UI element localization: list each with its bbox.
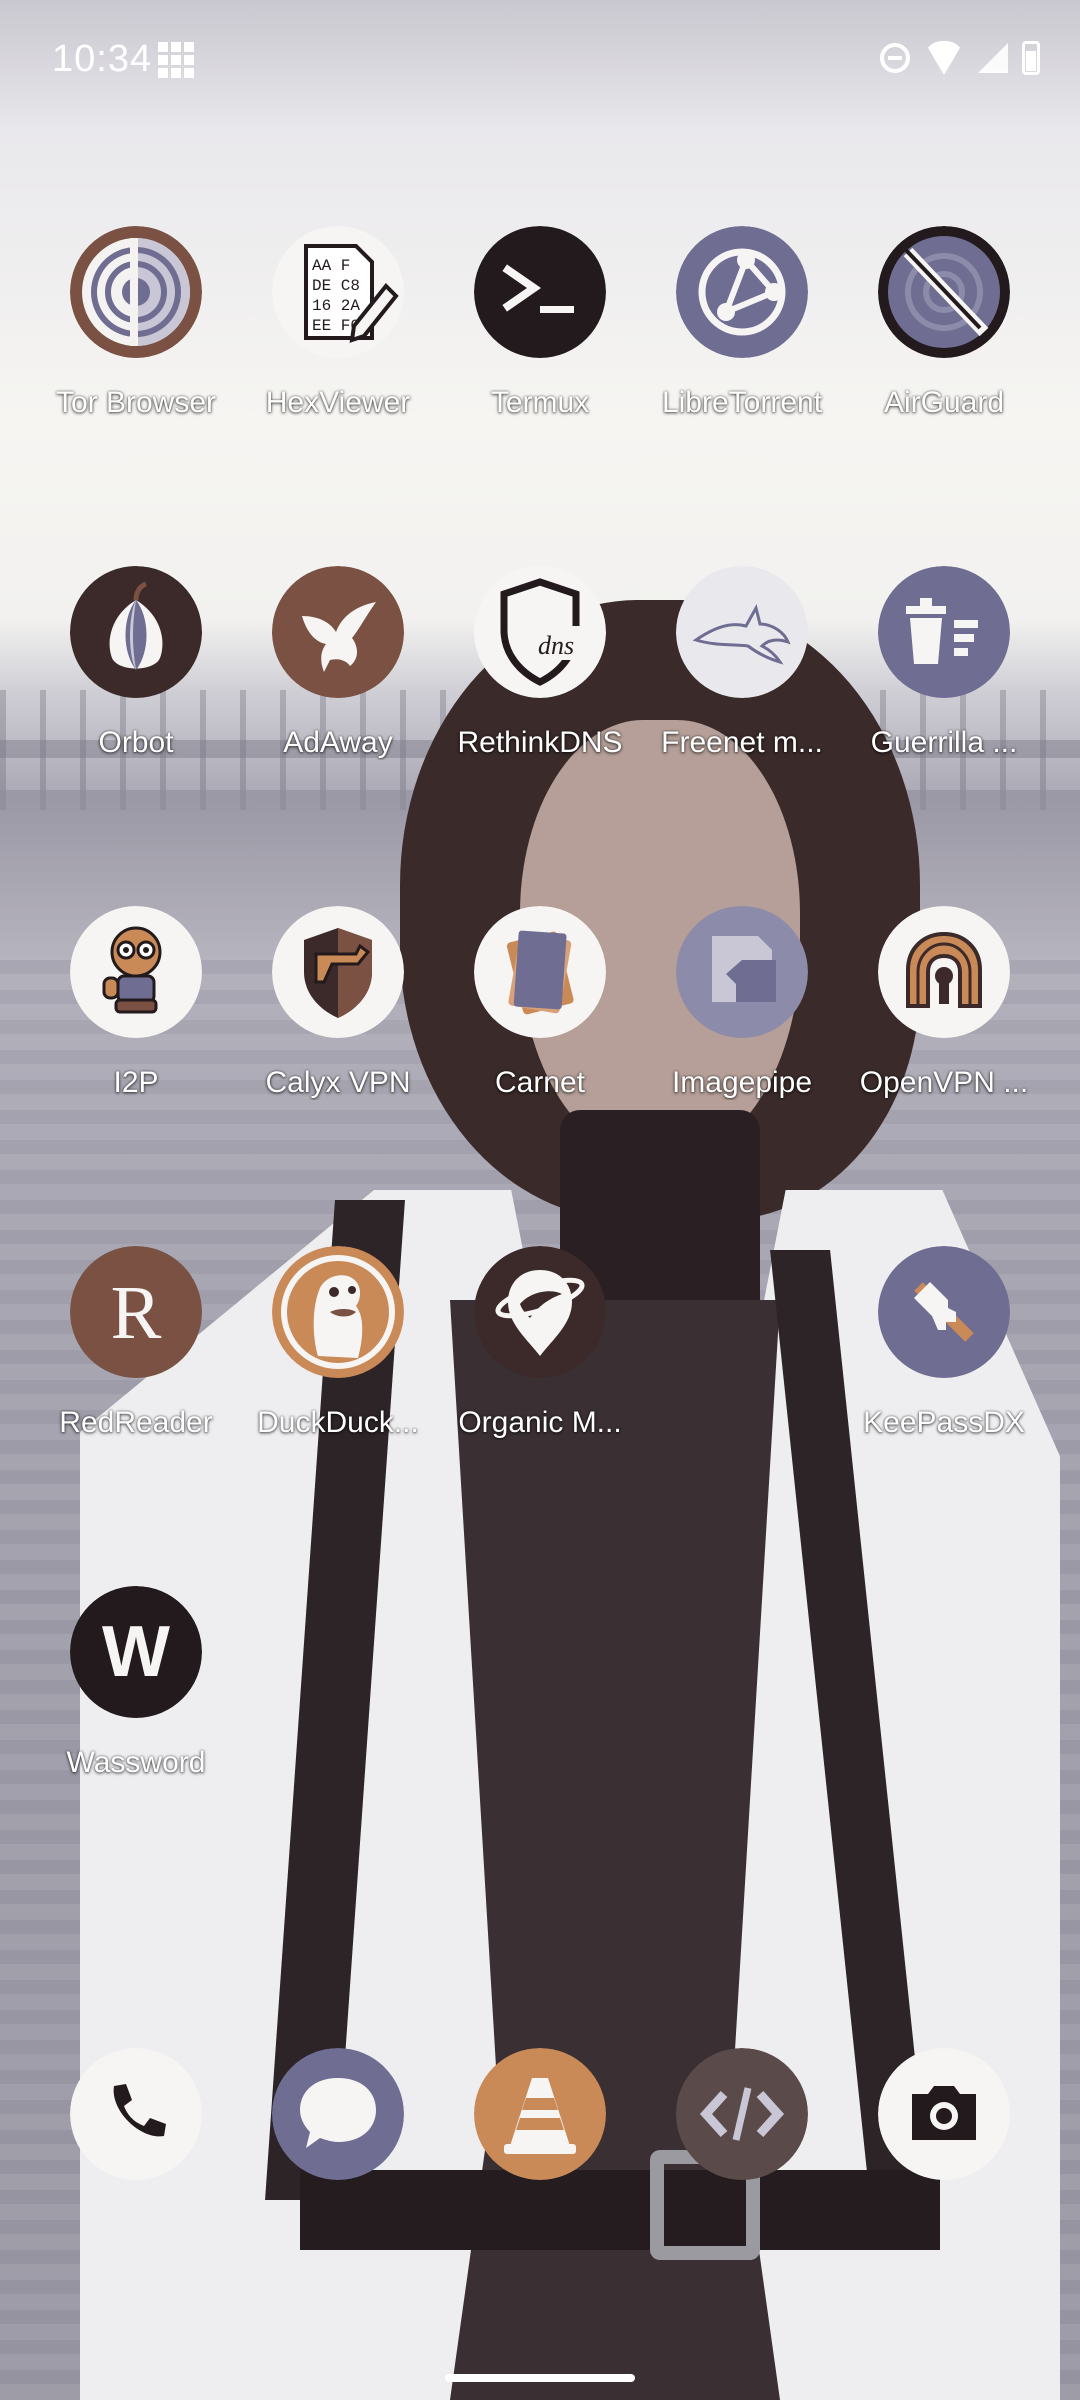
app-label: OpenVPN ... [859, 1066, 1029, 1099]
wassword-icon: W [70, 1586, 202, 1718]
tor-browser-icon [70, 226, 202, 358]
dock-code-editor-icon[interactable] [676, 2048, 808, 2180]
app-openvpn[interactable]: OpenVPN ... [844, 906, 1044, 1106]
cellular-signal-icon [978, 43, 1008, 73]
organic-maps-icon [474, 1246, 606, 1378]
rethinkdns-glyph: dns [538, 631, 574, 660]
app-label: KeePassDX [863, 1406, 1025, 1439]
duckduckgo-icon [272, 1246, 404, 1378]
status-bar[interactable]: 10:34 [0, 0, 1080, 120]
hex-line-1: AA F [312, 257, 350, 275]
do-not-disturb-icon [880, 43, 910, 73]
app-airguard[interactable]: AirGuard [844, 226, 1044, 426]
app-termux[interactable]: Termux [440, 226, 640, 426]
status-time: 10:34 [52, 38, 153, 80]
battery-icon [1022, 41, 1040, 75]
app-label: Carnet [494, 1066, 586, 1099]
status-icons [880, 38, 1040, 78]
libretorrent-icon [676, 226, 808, 358]
app-label: DuckDuck... [257, 1406, 419, 1439]
guerrilla-mail-icon [878, 566, 1010, 698]
app-label: Freenet m... [661, 726, 823, 759]
app-organic-maps[interactable]: Organic M... [440, 1246, 640, 1446]
hexviewer-icon: AA F DE C8 16 2A EE F0 [272, 226, 404, 358]
app-guerrilla-mail[interactable]: Guerrilla ... [844, 566, 1044, 766]
carnet-icon [474, 906, 606, 1038]
wassword-glyph: W [102, 1612, 170, 1692]
app-keepassdx[interactable]: KeePassDX [844, 1246, 1044, 1446]
app-calyx-vpn[interactable]: Calyx VPN [238, 906, 438, 1106]
wallpaper-belt [300, 2170, 940, 2250]
keepassdx-icon [878, 1246, 1010, 1378]
app-redreader[interactable]: R RedReader [36, 1246, 236, 1446]
app-i2p[interactable]: I2P [36, 906, 236, 1106]
app-carnet[interactable]: Carnet [440, 906, 640, 1106]
app-freenet[interactable]: Freenet m... [642, 566, 842, 766]
app-hexviewer[interactable]: AA F DE C8 16 2A EE F0 HexViewer [238, 226, 438, 426]
dock-vlc-icon[interactable] [474, 2048, 606, 2180]
app-label: Guerrilla ... [870, 726, 1018, 759]
app-label: Tor Browser [55, 386, 217, 419]
wifi-icon [924, 41, 964, 75]
imagepipe-icon [676, 906, 808, 1038]
app-duckduckgo[interactable]: DuckDuck... [238, 1246, 438, 1446]
dock-messaging-icon[interactable] [272, 2048, 404, 2180]
app-label: Termux [490, 386, 590, 419]
freenet-icon [676, 566, 808, 698]
calyx-vpn-icon [272, 906, 404, 1038]
app-adaway[interactable]: AdAway [238, 566, 438, 766]
app-label: RedReader [59, 1406, 213, 1439]
app-imagepipe[interactable]: Imagepipe [642, 906, 842, 1106]
termux-icon [474, 226, 606, 358]
app-label: AirGuard [883, 386, 1005, 419]
app-orbot[interactable]: Orbot [36, 566, 236, 766]
app-label: Orbot [98, 726, 174, 759]
app-label: Calyx VPN [265, 1066, 411, 1099]
gesture-nav-handle[interactable] [445, 2374, 635, 2382]
i2p-icon [70, 906, 202, 1038]
hex-line-2: DE C8 [312, 277, 360, 295]
app-label: I2P [113, 1066, 159, 1099]
app-libretorrent[interactable]: LibreTorrent [642, 226, 842, 426]
app-label: LibreTorrent [661, 386, 823, 419]
rethinkdns-icon: dns [474, 566, 606, 698]
dock-phone-icon[interactable] [70, 2048, 202, 2180]
redreader-glyph: R [111, 1271, 162, 1355]
hex-line-3: 16 2A [312, 297, 360, 315]
redreader-icon: R [70, 1246, 202, 1378]
airguard-icon [878, 226, 1010, 358]
app-label: RethinkDNS [457, 726, 623, 759]
app-label: HexViewer [265, 386, 411, 419]
adaway-icon [272, 566, 404, 698]
app-label: AdAway [283, 726, 393, 759]
openvpn-icon [878, 906, 1010, 1038]
orbot-icon [70, 566, 202, 698]
app-grid-notification-icon [158, 42, 194, 78]
app-wassword[interactable]: W Wassword [36, 1586, 236, 1786]
dock-camera-icon[interactable] [878, 2048, 1010, 2180]
app-rethinkdns[interactable]: dns RethinkDNS [440, 566, 640, 766]
app-tor-browser[interactable]: Tor Browser [36, 226, 236, 426]
app-label: Imagepipe [671, 1066, 813, 1099]
app-label: Wassword [66, 1746, 206, 1779]
app-label: Organic M... [458, 1406, 622, 1439]
